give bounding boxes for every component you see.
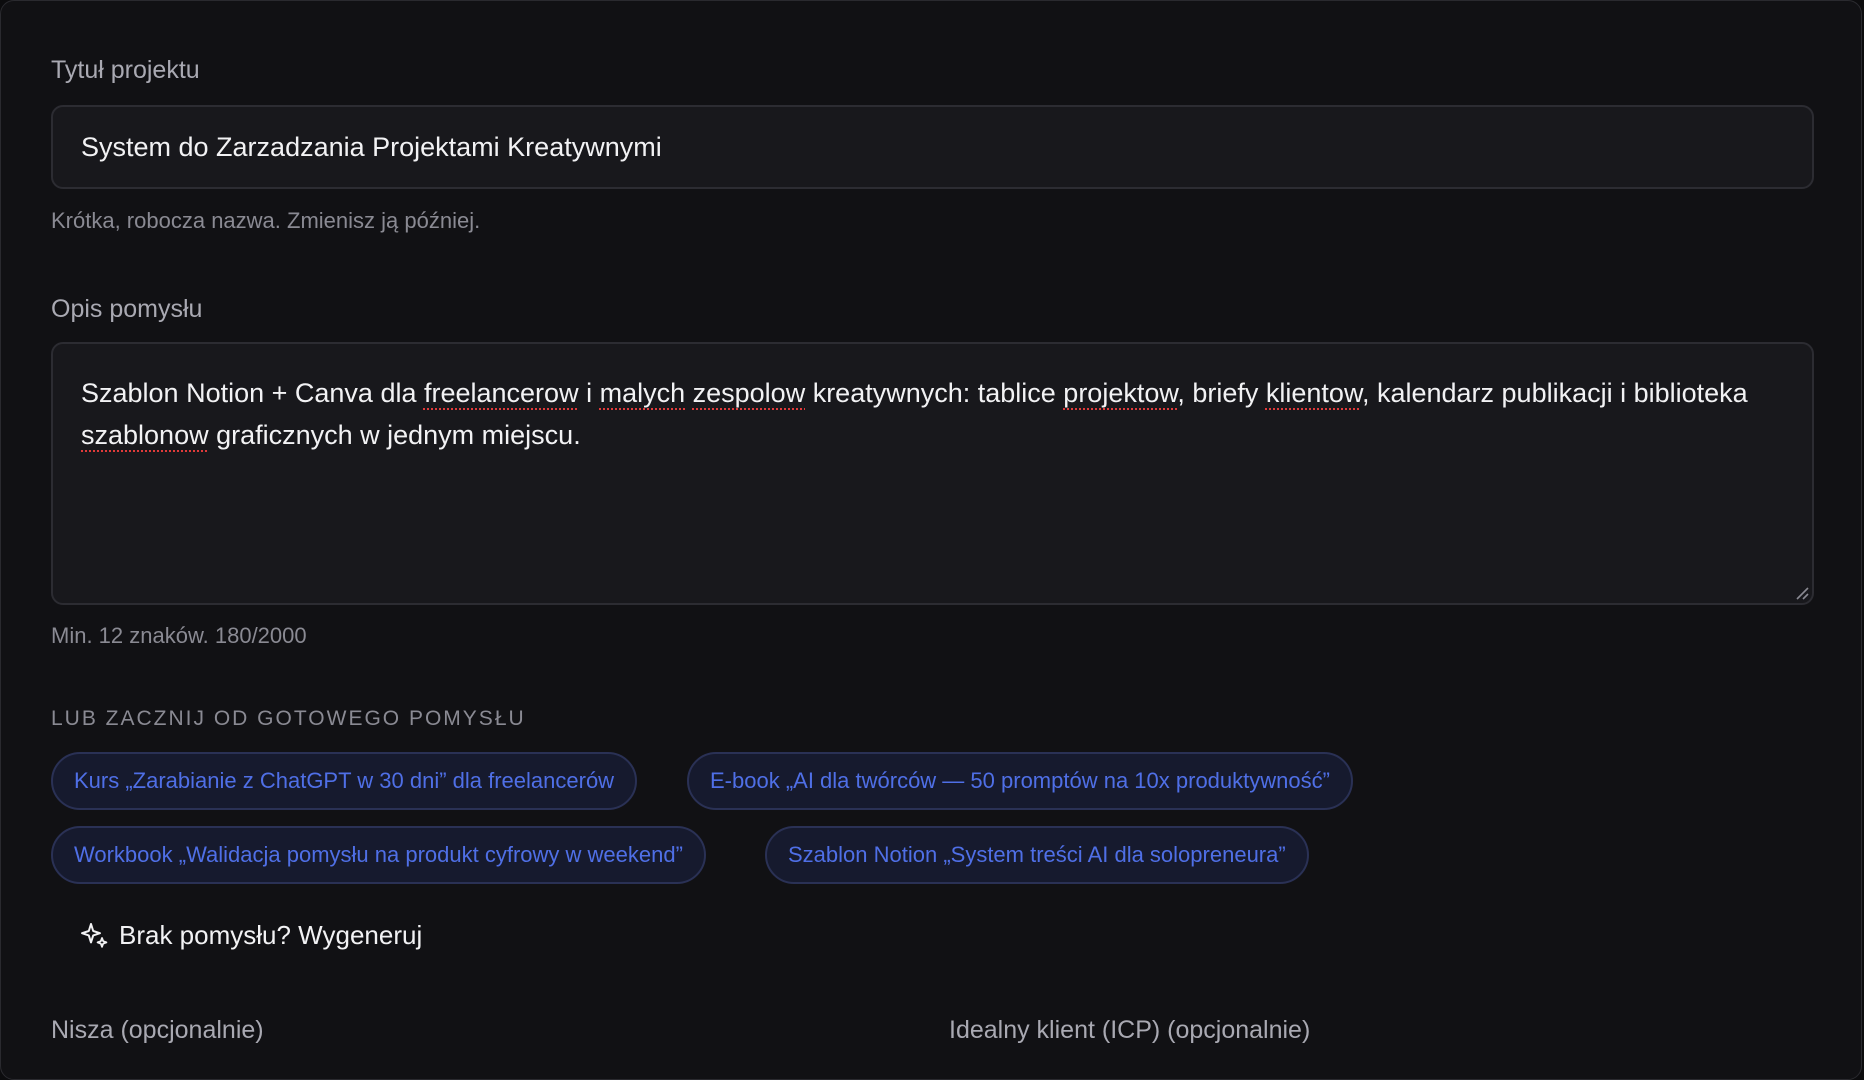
- generate-idea-button[interactable]: Brak pomysłu? Wygeneruj: [79, 915, 422, 955]
- misspelled-word: klientow: [1265, 378, 1362, 408]
- description-textarea[interactable]: Szablon Notion + Canva dla freelancerow …: [51, 342, 1814, 605]
- idea-chip[interactable]: Szablon Notion „System treści AI dla sol…: [765, 826, 1309, 884]
- misspelled-word: freelancerow: [423, 378, 579, 408]
- description-segment: graficznych w jednym miejscu.: [208, 420, 581, 450]
- icp-label: Idealny klient (ICP) (opcjonalnie): [949, 1016, 1311, 1044]
- description-segment: kreatywnych: tablice: [805, 378, 1064, 408]
- description-segment: , briefy: [1177, 378, 1266, 408]
- title-hint: Krótka, robocza nazwa. Zmienisz ją późni…: [51, 208, 481, 233]
- ideas-caption: LUB ZACZNIJ OD GOTOWEGO POMYSŁU: [51, 707, 526, 730]
- misspelled-word: zespolow: [692, 378, 806, 408]
- description-segment: [685, 378, 693, 408]
- resize-handle-icon[interactable]: [1795, 586, 1809, 600]
- description-text: Szablon Notion + Canva dla freelancerow …: [81, 378, 1748, 450]
- description-segment: , kalendarz publikacji i biblioteka: [1361, 378, 1748, 408]
- misspelled-word: szablonow: [81, 420, 209, 450]
- idea-chip[interactable]: Workbook „Walidacja pomysłu na produkt c…: [51, 826, 706, 884]
- niche-label: Nisza (opcjonalnie): [51, 1016, 264, 1044]
- title-label: Tytuł projektu: [51, 56, 200, 84]
- misspelled-word: projektow: [1063, 378, 1178, 408]
- description-hint: Min. 12 znaków. 180/2000: [51, 623, 307, 648]
- description-segment: i: [578, 378, 600, 408]
- form-panel: Tytuł projektu System do Zarzadzania Pro…: [0, 0, 1862, 1080]
- generate-idea-label: Brak pomysłu? Wygeneruj: [119, 919, 423, 950]
- title-input[interactable]: System do Zarzadzania Projektami Kreatyw…: [51, 105, 1814, 189]
- description-label: Opis pomysłu: [51, 295, 203, 323]
- misspelled-word: malych: [599, 378, 686, 408]
- idea-chip[interactable]: E-book „AI dla twórców — 50 promptów na …: [687, 752, 1353, 810]
- idea-chip[interactable]: Kurs „Zarabianie z ChatGPT w 30 dni” dla…: [51, 752, 638, 810]
- description-segment: Szablon Notion + Canva dla: [81, 378, 424, 408]
- sparkles-icon: [81, 923, 108, 948]
